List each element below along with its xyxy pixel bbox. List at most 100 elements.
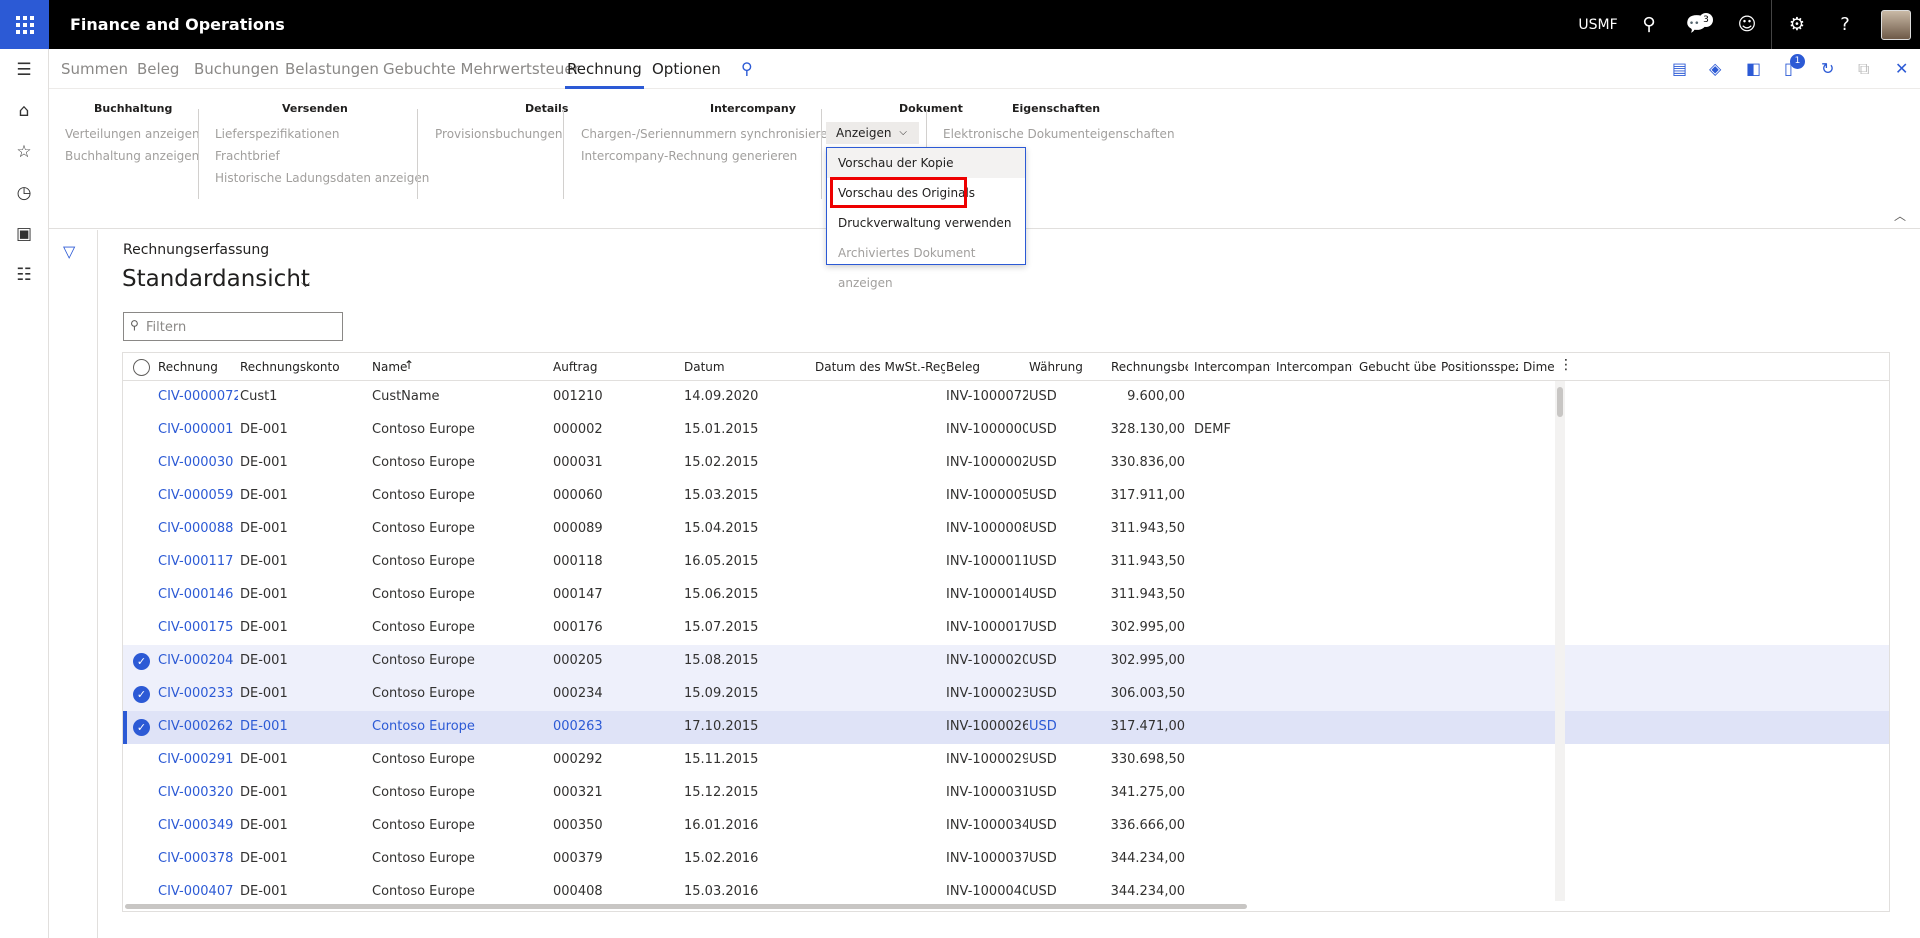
table-row[interactable]: CIV-000146 DE-001 Contoso Europe 000147 15.0…	[123, 579, 1889, 612]
elektronische-dokumenteigenschaften-button[interactable]: Elektronische Dokumenteigenschaften	[943, 127, 1175, 141]
office-icon[interactable]: ▤	[1672, 59, 1687, 78]
menu-button[interactable]: ☰	[0, 50, 48, 90]
recent-button[interactable]: ◷	[0, 173, 48, 213]
table-row[interactable]: ✓ CIV-000262 DE-001 Contoso Europe 000263 17.…	[123, 711, 1889, 744]
workspaces-button[interactable]: ▣	[0, 214, 48, 254]
cell-rechnung[interactable]: CIV-000059	[158, 488, 238, 503]
table-row[interactable]: ✓ CIV-000204 DE-001 Contoso Europe 000205 15.…	[123, 645, 1889, 678]
lieferspezifikationen-button[interactable]: Lieferspezifikationen	[215, 127, 339, 141]
table-row[interactable]: CIV-000001 DE-001 Contoso Europe 000002 15.0…	[123, 414, 1889, 447]
tab-optionen[interactable]: Optionen	[652, 49, 721, 89]
tab-summen[interactable]: Summen	[61, 49, 128, 89]
scrollbar-thumb[interactable]	[1557, 387, 1563, 417]
cell-rechnung[interactable]: CIV-000349	[158, 818, 238, 833]
column-header-mwst-datum[interactable]: Datum des MwSt.-Registers	[815, 360, 945, 374]
menu-item-vorschau-kopie[interactable]: Vorschau der Kopie	[827, 148, 1025, 178]
help-button[interactable]: ?	[1824, 0, 1866, 49]
settings-button[interactable]: ⚙	[1776, 0, 1818, 49]
table-row[interactable]: CIV-000349 DE-001 Contoso Europe 000350 16.0…	[123, 810, 1889, 843]
user-button[interactable]	[1876, 0, 1916, 49]
cell-rechnung[interactable]: CIV-000291	[158, 752, 238, 767]
power-apps-icon[interactable]: ◈	[1709, 59, 1721, 78]
column-header-rechnung[interactable]: Rechnung	[158, 360, 233, 374]
tab-beleg[interactable]: Beleg	[137, 49, 179, 89]
app-title[interactable]: Finance and Operations	[70, 15, 285, 34]
table-row[interactable]: CIV-000059 DE-001 Contoso Europe 000060 15.0…	[123, 480, 1889, 513]
column-header-datum[interactable]: Datum	[684, 360, 804, 374]
column-header-gebucht-ueber[interactable]: Gebucht über I...	[1359, 360, 1436, 374]
modules-button[interactable]: ☷	[0, 255, 48, 295]
row-selected-checkbox[interactable]: ✓	[133, 719, 150, 736]
more-columns-icon[interactable]: ⋮	[1559, 357, 1573, 373]
column-header-beleg[interactable]: Beleg	[946, 360, 1026, 374]
anzeigen-dropdown-button[interactable]: Anzeigen ⌵	[826, 122, 919, 144]
chargen-seriennummern-button[interactable]: Chargen-/Seriennummern synchronisieren	[581, 127, 835, 141]
column-header-rechnungsbetrag[interactable]: Rechnungsbetr...	[1111, 360, 1188, 374]
row-selected-checkbox[interactable]: ✓	[133, 653, 150, 670]
open-new-window-icon[interactable]: ⧉	[1858, 59, 1869, 79]
cell-rechnung[interactable]: CIV-000088	[158, 521, 238, 536]
buchhaltung-anzeigen-button[interactable]: Buchhaltung anzeigen	[65, 149, 199, 163]
company-picker[interactable]: USMF	[1570, 0, 1626, 49]
table-row[interactable]: CIV-000291 DE-001 Contoso Europe 000292 15.1…	[123, 744, 1889, 777]
home-button[interactable]: ⌂	[0, 91, 48, 131]
table-row[interactable]: ✓ CIV-000233 DE-001 Contoso Europe 000234 15.…	[123, 678, 1889, 711]
menu-item-druckverwaltung[interactable]: Druckverwaltung verwenden	[827, 208, 1025, 238]
table-row[interactable]: CIV-000030 DE-001 Contoso Europe 000031 15.0…	[123, 447, 1889, 480]
cell-rechnung[interactable]: CIV-000204	[158, 653, 238, 668]
table-row[interactable]: CIV-000117 DE-001 Contoso Europe 000118 16.0…	[123, 546, 1889, 579]
cell-rechnung[interactable]: CIV-000001	[158, 422, 238, 437]
provisionsbuchungen-button[interactable]: Provisionsbuchungen	[435, 127, 563, 141]
intercompany-rechnung-button[interactable]: Intercompany-Rechnung generieren	[581, 149, 797, 163]
column-header-name[interactable]: Name	[372, 360, 542, 374]
verteilungen-anzeigen-button[interactable]: Verteilungen anzeigen	[65, 127, 200, 141]
cell-rechnung[interactable]: CIV-000233	[158, 686, 238, 701]
tab-buchungen[interactable]: Buchungen	[194, 49, 279, 89]
table-row[interactable]: CIV-000320 DE-001 Contoso Europe 000321 15.1…	[123, 777, 1889, 810]
collapse-ribbon-icon[interactable]: ︿	[1894, 207, 1906, 224]
select-all-checkbox[interactable]	[133, 359, 150, 376]
cell-rechnung[interactable]: CIV-000117	[158, 554, 238, 569]
table-row[interactable]: CIV-000088 DE-001 Contoso Europe 000089 15.0…	[123, 513, 1889, 546]
search-button[interactable]: ⚲	[1628, 0, 1670, 49]
column-header-dimension[interactable]: Dimen	[1523, 360, 1555, 374]
cell-rechnung[interactable]: CIV-000146	[158, 587, 238, 602]
filter-input[interactable]	[146, 317, 336, 337]
feedback-button[interactable]: ☺	[1726, 0, 1768, 49]
column-header-auftrag[interactable]: Auftrag	[553, 360, 673, 374]
notifications-button[interactable]: 💬 3	[1676, 0, 1718, 49]
column-header-positionsspezif[interactable]: Positionsspezif...	[1441, 360, 1518, 374]
view-selector[interactable]: Standardansicht	[122, 266, 310, 292]
cell-rechnung[interactable]: CIV-000378	[158, 851, 238, 866]
tab-rechnung[interactable]: Rechnung	[565, 49, 644, 89]
cell-rechnung[interactable]: CIV-000262	[158, 719, 238, 734]
app-launcher-button[interactable]	[0, 0, 49, 49]
favorites-button[interactable]: ☆	[0, 132, 48, 172]
office-apps-icon[interactable]: ◧	[1746, 59, 1761, 78]
cell-rechnung[interactable]: CIV-000407	[158, 884, 238, 899]
horizontal-scrollbar[interactable]	[123, 901, 1879, 911]
vertical-scrollbar[interactable]	[1555, 381, 1565, 911]
refresh-icon[interactable]: ↻	[1821, 59, 1834, 78]
cell-rechnung[interactable]: CIV-000175	[158, 620, 238, 635]
cell-rechnung[interactable]: CIV-000030	[158, 455, 238, 470]
frachtbrief-button[interactable]: Frachtbrief	[215, 149, 280, 163]
tab-belastungen[interactable]: Belastungen	[285, 49, 379, 89]
column-header-rechnungskonto[interactable]: Rechnungskonto	[240, 360, 340, 374]
close-icon[interactable]: ✕	[1895, 59, 1908, 78]
cell-rechnung[interactable]: CIV-00000728	[158, 389, 238, 404]
historische-ladungsdaten-button[interactable]: Historische Ladungsdaten anzeigen	[215, 171, 429, 185]
search-actions-icon[interactable]: ⚲	[741, 59, 753, 78]
column-header-intercompany-2[interactable]: Intercompany-...	[1276, 360, 1353, 374]
column-header-intercompany-1[interactable]: Intercompany-...	[1194, 360, 1271, 374]
column-header-waehrung[interactable]: Währung	[1029, 360, 1104, 374]
filter-pane-icon[interactable]: ▽	[63, 242, 75, 261]
row-selected-checkbox[interactable]: ✓	[133, 686, 150, 703]
tab-gebuchte-mehrwertsteuer[interactable]: Gebuchte Mehrwertsteuer	[383, 49, 580, 89]
table-row[interactable]: CIV-000175 DE-001 Contoso Europe 000176 15.0…	[123, 612, 1889, 645]
table-row[interactable]: CIV-00000728Cust1 CustName 001210 14.09.202…	[123, 381, 1889, 414]
chevron-down-icon[interactable]: ⌵	[301, 276, 310, 291]
table-row[interactable]: CIV-000378 DE-001 Contoso Europe 000379 15.0…	[123, 843, 1889, 876]
scrollbar-thumb[interactable]	[125, 904, 1247, 909]
cell-rechnung[interactable]: CIV-000320	[158, 785, 238, 800]
